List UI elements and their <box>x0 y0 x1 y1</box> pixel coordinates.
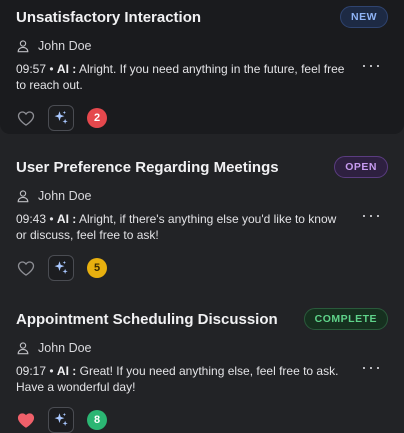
status-badge: COMPLETE <box>303 308 388 330</box>
ai-sparkles-button[interactable] <box>48 407 74 433</box>
status-badge: NEW <box>340 6 388 28</box>
unread-count-badge: 2 <box>87 108 107 128</box>
conversation-card[interactable]: Unsatisfactory Interaction NEW John Doe … <box>0 0 404 134</box>
user-name: John Doe <box>38 189 92 203</box>
last-message: 09:43 • AI : Alright, if there's anythin… <box>16 211 348 243</box>
conversation-card[interactable]: User Preference Regarding Meetings OPEN … <box>0 150 404 281</box>
message-time: 09:17 <box>16 364 47 378</box>
conversation-title: Unsatisfactory Interaction <box>16 9 202 26</box>
separator-dot: • <box>49 62 57 76</box>
user-name: John Doe <box>38 39 92 53</box>
status-badge: OPEN <box>334 156 388 178</box>
sparkles-icon <box>54 412 68 426</box>
conversation-title: User Preference Regarding Meetings <box>16 159 279 176</box>
heart-filled-icon[interactable] <box>16 410 36 430</box>
user-icon <box>16 341 30 355</box>
last-message: 09:57 • AI : Alright. If you need anythi… <box>16 61 348 93</box>
user-name: John Doe <box>38 341 92 355</box>
heart-outline-icon[interactable] <box>16 108 36 128</box>
ai-sparkles-button[interactable] <box>48 105 74 131</box>
message-time: 09:57 <box>16 62 47 76</box>
user-icon <box>16 189 30 203</box>
heart-outline-icon[interactable] <box>16 258 36 278</box>
separator-dot: • <box>49 212 57 226</box>
conversation-card[interactable]: Appointment Scheduling Discussion COMPLE… <box>0 302 404 433</box>
last-message: 09:17 • AI : Great! If you need anything… <box>16 363 348 395</box>
message-sender: AI : <box>56 364 77 378</box>
more-horizontal-icon[interactable]: ··· <box>361 56 382 74</box>
separator-dot: • <box>49 364 57 378</box>
sparkles-icon <box>54 110 68 124</box>
message-time: 09:43 <box>16 212 47 226</box>
conversation-list: Unsatisfactory Interaction NEW John Doe … <box>0 0 404 433</box>
message-sender: AI : <box>56 62 77 76</box>
ai-sparkles-button[interactable] <box>48 255 74 281</box>
user-icon <box>16 39 30 53</box>
unread-count-badge: 8 <box>87 410 107 430</box>
unread-count-badge: 5 <box>87 258 107 278</box>
sparkles-icon <box>54 260 68 274</box>
message-sender: AI : <box>56 212 77 226</box>
more-horizontal-icon[interactable]: ··· <box>361 206 382 224</box>
more-horizontal-icon[interactable]: ··· <box>361 358 382 376</box>
